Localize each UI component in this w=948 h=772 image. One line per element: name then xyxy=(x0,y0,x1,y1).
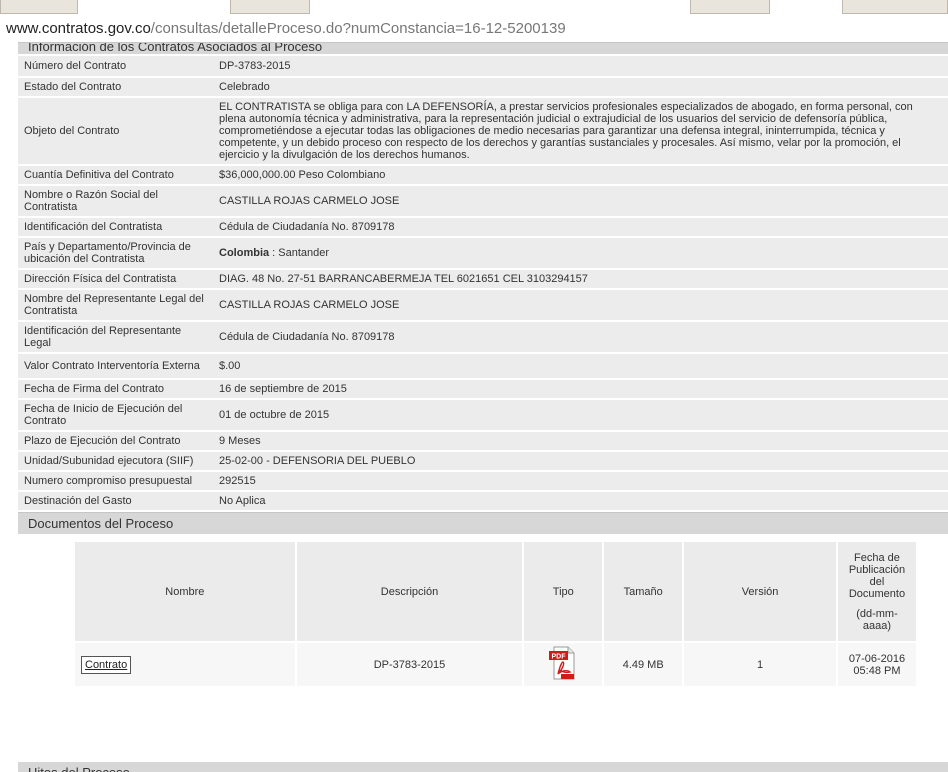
browser-tab[interactable] xyxy=(842,0,948,14)
column-header-descripcion: Descripción xyxy=(294,542,524,642)
info-value: Colombia : Santander xyxy=(213,236,948,269)
info-row: Estado del Contrato Celebrado xyxy=(18,76,948,97)
page-content: Información de los Contratos Asociados a… xyxy=(18,42,948,772)
info-label: Nombre o Razón Social del Contratista xyxy=(18,184,213,217)
pdf-icon[interactable]: PDF xyxy=(548,646,578,680)
documents-header-row: Nombre Descripción Tipo Tamaño Versión F… xyxy=(73,542,916,642)
info-value: Celebrado xyxy=(213,76,948,97)
info-label: Número del Contrato xyxy=(18,54,213,77)
info-label: Numero compromiso presupuestal xyxy=(18,470,213,491)
url-host: www.contratos.gov.co xyxy=(6,20,151,37)
country-name: Colombia xyxy=(219,247,270,259)
info-row: Dirección Física del Contratista DIAG. 48… xyxy=(18,268,948,289)
documents-section-header: Documentos del Proceso xyxy=(18,512,948,534)
info-label: Identificación del Representante Legal xyxy=(18,320,213,353)
document-date: 07-06-2016 xyxy=(848,652,906,665)
info-row: Fecha de Firma del Contrato 16 de septiem… xyxy=(18,378,948,399)
info-value: 25-02-00 - DEFENSORIA DEL PUEBLO xyxy=(213,450,948,471)
column-header-tamano: Tamaño xyxy=(602,542,684,642)
info-label: Plazo de Ejecución del Contrato xyxy=(18,430,213,451)
info-row: Fecha de Inicio de Ejecución del Contrat… xyxy=(18,398,948,431)
document-row: Contrato DP-3783-2015 PDF 4.49 MB 1 07-0… xyxy=(73,641,916,686)
document-version: 1 xyxy=(682,641,837,686)
column-header-tipo: Tipo xyxy=(522,542,604,642)
info-row: Destinación del Gasto No Aplica xyxy=(18,490,948,510)
browser-tab[interactable] xyxy=(230,0,310,14)
province-name: : Santander xyxy=(269,247,330,259)
column-header-fecha: Fecha de Publicación del Documento (dd-m… xyxy=(835,542,916,642)
info-label: País y Departamento/Provincia de ubicaci… xyxy=(18,236,213,269)
info-row: Valor Contrato Interventoría Externa $.00 xyxy=(18,352,948,379)
info-row: País y Departamento/Provincia de ubicaci… xyxy=(18,236,948,269)
info-row: Identificación del Representante Legal Cé… xyxy=(18,320,948,353)
info-label: Objeto del Contrato xyxy=(18,96,213,165)
info-row: Número del Contrato DP-3783-2015 xyxy=(18,54,948,77)
documents-table: Nombre Descripción Tipo Tamaño Versión F… xyxy=(73,542,916,686)
info-value: $.00 xyxy=(213,352,948,379)
document-description: DP-3783-2015 xyxy=(294,641,524,686)
info-value: $36,000,000.00 Peso Colombiano xyxy=(213,164,948,185)
info-value: Cédula de Ciudadanía No. 8709178 xyxy=(213,320,948,353)
info-value: CASTILLA ROJAS CARMELO JOSE xyxy=(213,288,948,321)
document-name-cell: Contrato xyxy=(73,641,296,686)
info-value: CASTILLA ROJAS CARMELO JOSE xyxy=(213,184,948,217)
contrato-link[interactable]: Contrato xyxy=(81,655,132,674)
info-label: Identificación del Contratista xyxy=(18,216,213,237)
info-label: Unidad/Subunidad ejecutora (SIIF) xyxy=(18,450,213,471)
info-row: Plazo de Ejecución del Contrato 9 Meses xyxy=(18,430,948,451)
info-label: Fecha de Inicio de Ejecución del Contrat… xyxy=(18,398,213,431)
info-value: No Aplica xyxy=(213,490,948,510)
info-row: Identificación del Contratista Cédula de … xyxy=(18,216,948,237)
document-time: 05:48 PM xyxy=(853,664,901,677)
contract-info-section-header: Información de los Contratos Asociados a… xyxy=(18,42,948,54)
info-label: Cuantía Definitiva del Contrato xyxy=(18,164,213,185)
document-size: 4.49 MB xyxy=(602,641,684,686)
milestones-section-header: Hitos del Proceso xyxy=(18,762,948,772)
info-value: DIAG. 48 No. 27-51 BARRANCABERMEJA TEL 6… xyxy=(213,268,948,289)
url-path: /consultas/detalleProceso.do?numConstanc… xyxy=(150,20,566,37)
document-type-cell: PDF xyxy=(522,641,604,686)
document-date-cell: 07-06-2016 05:48 PM xyxy=(835,641,916,686)
info-label: Destinación del Gasto xyxy=(18,490,213,510)
info-value: EL CONTRATISTA se obliga para con LA DEF… xyxy=(213,96,948,165)
info-value: 9 Meses xyxy=(213,430,948,451)
info-value: 292515 xyxy=(213,470,948,491)
address-bar[interactable]: www.contratos.gov.co/consultas/detallePr… xyxy=(0,16,948,42)
fecha-header-label: Fecha de Publicación del Documento xyxy=(848,551,906,600)
info-row: Nombre del Representante Legal del Contr… xyxy=(18,288,948,321)
browser-tab-strip xyxy=(0,0,948,16)
column-header-version: Versión xyxy=(682,542,837,642)
column-header-nombre: Nombre xyxy=(73,542,296,642)
info-label: Fecha de Firma del Contrato xyxy=(18,378,213,399)
browser-tab[interactable] xyxy=(0,0,78,14)
contract-info-table: Número del Contrato DP-3783-2015 Estado de… xyxy=(18,54,948,510)
info-value: 01 de octubre de 2015 xyxy=(213,398,948,431)
info-label: Estado del Contrato xyxy=(18,76,213,97)
info-value: DP-3783-2015 xyxy=(213,54,948,77)
info-value: 16 de septiembre de 2015 xyxy=(213,378,948,399)
svg-text:PDF: PDF xyxy=(552,653,567,660)
info-label: Dirección Física del Contratista xyxy=(18,268,213,289)
info-row: Numero compromiso presupuestal 292515 xyxy=(18,470,948,491)
info-label: Nombre del Representante Legal del Contr… xyxy=(18,288,213,321)
info-row: Objeto del Contrato EL CONTRATISTA se obl… xyxy=(18,96,948,165)
browser-tab[interactable] xyxy=(690,0,770,14)
info-row: Cuantía Definitiva del Contrato $36,000,0… xyxy=(18,164,948,185)
info-row: Nombre o Razón Social del Contratista CAS… xyxy=(18,184,948,217)
info-row: Unidad/Subunidad ejecutora (SIIF) 25-02-0… xyxy=(18,450,948,471)
fecha-header-format: (dd-mm-aaaa) xyxy=(856,607,898,632)
info-label: Valor Contrato Interventoría Externa xyxy=(18,352,213,379)
info-value: Cédula de Ciudadanía No. 8709178 xyxy=(213,216,948,237)
